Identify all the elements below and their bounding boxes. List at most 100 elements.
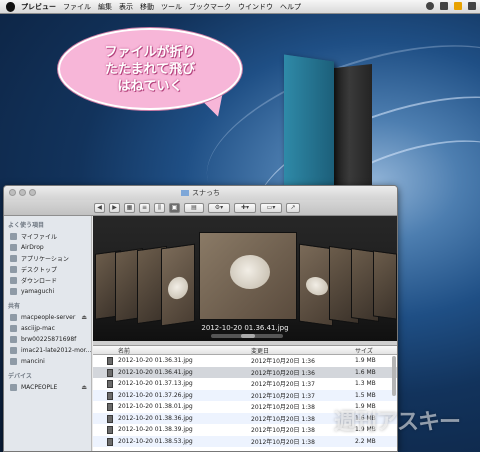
file-date: 2012年10月20日 1:38 bbox=[251, 415, 315, 423]
sidebar-item-home[interactable]: yamaguchi bbox=[4, 286, 91, 297]
tag-button[interactable]: ↗ bbox=[286, 202, 300, 213]
watermark-logo: 週刊アスキー bbox=[334, 410, 461, 435]
sidebar-item-label: AirDrop bbox=[21, 244, 44, 251]
share-button[interactable]: ▭▾ bbox=[260, 202, 282, 213]
file-name: 2012-10-20 01.37.26.jpg bbox=[118, 391, 193, 399]
back-button[interactable]: ◀ bbox=[94, 202, 105, 213]
menu-edit[interactable]: 編集 bbox=[98, 2, 112, 12]
list-scrollbar[interactable] bbox=[392, 356, 396, 396]
file-size: 2.2 MB bbox=[355, 437, 376, 445]
dropbox-icon[interactable]: ✚▾ bbox=[234, 202, 256, 213]
jpeg-file-icon bbox=[107, 437, 113, 446]
column-date[interactable]: 変更日 bbox=[251, 346, 269, 355]
sidebar-item-label: マイファイル bbox=[21, 234, 58, 241]
icon-view-button[interactable]: ▦ bbox=[124, 202, 135, 213]
menu-bookmarks[interactable]: ブックマーク bbox=[189, 2, 231, 12]
sidebar-item-applications[interactable]: アプリケーション bbox=[4, 253, 91, 264]
minimize-icon[interactable] bbox=[19, 189, 26, 196]
forward-button[interactable]: ▶ bbox=[109, 202, 120, 213]
drive-icon bbox=[10, 384, 17, 391]
jpeg-file-icon bbox=[107, 426, 113, 434]
list-header: 名前 変更日 サイズ bbox=[93, 346, 397, 355]
sidebar-item-device[interactable]: MACPEOPLE ⏏ bbox=[4, 382, 91, 393]
table-row[interactable]: 2012-10-20 01.36.31.jpg 2012年10月20日 1:36 1… bbox=[93, 355, 397, 367]
list-view-button[interactable]: ≡ bbox=[139, 202, 150, 213]
folder-icon bbox=[181, 190, 189, 196]
sidebar-favorites-header: よく使う項目 bbox=[8, 222, 45, 229]
computer-icon bbox=[10, 347, 17, 354]
eject-icon[interactable]: ⏏ bbox=[81, 314, 87, 321]
menu-app[interactable]: プレビュー bbox=[21, 2, 56, 12]
file-size: 1.9 MB bbox=[355, 357, 376, 365]
sidebar-item-myfiles[interactable]: マイファイル bbox=[4, 231, 91, 242]
jpeg-file-icon bbox=[107, 414, 113, 423]
file-name: 2012-10-20 01.38.36.jpg bbox=[118, 414, 193, 422]
sidebar-item-shared[interactable]: asciijp-mac bbox=[4, 323, 91, 334]
coverflow-view-button[interactable]: ▣ bbox=[169, 202, 180, 213]
file-size: 1.3 MB bbox=[355, 380, 376, 388]
cover-flow[interactable]: 2012-10-20 01.36.41.jpg bbox=[93, 216, 397, 341]
title-bar[interactable]: スナっち bbox=[4, 186, 397, 200]
table-row[interactable]: 2012-10-20 01.38.53.jpg 2012年10月20日 1:38 2… bbox=[93, 435, 397, 447]
close-icon[interactable] bbox=[9, 189, 16, 196]
sidebar-item-shared[interactable]: macpeople-server ⏏ bbox=[4, 312, 91, 323]
jpeg-file-icon bbox=[107, 391, 113, 400]
server-icon bbox=[10, 314, 17, 321]
sidebar-item-shared[interactable]: mancini bbox=[4, 356, 91, 367]
cover-thumbnail-selected[interactable] bbox=[199, 232, 297, 320]
eject-icon[interactable]: ⏏ bbox=[81, 384, 87, 391]
sidebar-item-desktop[interactable]: デスクトップ bbox=[4, 264, 91, 275]
file-date: 2012年10月20日 1:38 bbox=[251, 427, 315, 435]
arrange-button[interactable]: ▤ bbox=[184, 202, 204, 213]
file-size: 1.5 MB bbox=[355, 391, 376, 399]
file-name: 2012-10-20 01.38.01.jpg bbox=[118, 403, 193, 411]
sidebar-item-shared[interactable]: imac21-late2012-mor... bbox=[4, 345, 91, 356]
sidebar: よく使う項目 マイファイル AirDrop アプリケーション デスクトップ ダウ… bbox=[4, 216, 92, 451]
file-date: 2012年10月20日 1:37 bbox=[251, 392, 315, 400]
downloads-icon bbox=[10, 277, 17, 284]
file-date: 2012年10月20日 1:36 bbox=[251, 369, 315, 377]
cover-thumbnail[interactable] bbox=[161, 243, 195, 327]
time-machine-icon[interactable] bbox=[426, 2, 434, 10]
scrollbar-thumb[interactable] bbox=[241, 334, 255, 338]
menu-window[interactable]: ウインドウ bbox=[238, 2, 273, 12]
bubble-line-1: ファイルが折り bbox=[104, 44, 196, 60]
cover-flow-scrollbar[interactable] bbox=[211, 334, 283, 338]
column-size[interactable]: サイズ bbox=[355, 346, 373, 355]
sidebar-item-downloads[interactable]: ダウンロード bbox=[4, 275, 91, 286]
file-name: 2012-10-20 01.36.31.jpg bbox=[118, 357, 193, 365]
action-gear-icon[interactable]: ⚙▾ bbox=[208, 202, 230, 213]
table-row-selected[interactable]: 2012-10-20 01.36.41.jpg 2012年10月20日 1:36 1… bbox=[93, 366, 397, 378]
menu-view[interactable]: 表示 bbox=[119, 2, 133, 12]
jpeg-file-icon bbox=[107, 380, 113, 388]
file-name: 2012-10-20 01.37.13.jpg bbox=[118, 380, 193, 388]
sidebar-item-shared[interactable]: brw00225871698f bbox=[4, 334, 91, 345]
menu-file[interactable]: ファイル bbox=[63, 2, 91, 12]
window-title: スナっち bbox=[192, 189, 220, 197]
home-icon bbox=[10, 288, 17, 295]
apple-menu-icon[interactable] bbox=[6, 1, 15, 12]
file-date: 2012年10月20日 1:37 bbox=[251, 381, 315, 389]
sidebar-shared-header: 共有 bbox=[8, 303, 21, 310]
table-row[interactable]: 2012-10-20 01.37.13.jpg 2012年10月20日 1:37 1… bbox=[93, 378, 397, 390]
files-icon bbox=[10, 233, 17, 240]
norton-icon[interactable] bbox=[454, 2, 462, 10]
column-view-button[interactable]: ⫼ bbox=[154, 202, 165, 213]
column-name[interactable]: 名前 bbox=[118, 346, 130, 355]
sidebar-devices-header: デバイス bbox=[8, 373, 32, 380]
sidebar-item-airdrop[interactable]: AirDrop bbox=[4, 242, 91, 253]
file-date: 2012年10月20日 1:38 bbox=[251, 438, 315, 446]
bubble-line-3: はねていく bbox=[117, 78, 183, 94]
wifi-icon[interactable] bbox=[468, 2, 476, 10]
jpeg-file-icon bbox=[107, 368, 113, 377]
cover-thumbnail[interactable] bbox=[299, 243, 333, 327]
zoom-icon[interactable] bbox=[29, 189, 36, 196]
table-row[interactable]: 2012-10-20 01.37.26.jpg 2012年10月20日 1:37 1… bbox=[93, 389, 397, 401]
menu-help[interactable]: ヘルプ bbox=[280, 2, 301, 12]
menu-go[interactable]: 移動 bbox=[140, 2, 154, 12]
menu-tools[interactable]: ツール bbox=[161, 2, 182, 12]
computer-icon bbox=[10, 336, 17, 343]
bluetooth-icon[interactable] bbox=[440, 2, 448, 10]
sidebar-item-label: ダウンロード bbox=[21, 278, 58, 285]
cover-thumbnail[interactable] bbox=[373, 250, 397, 320]
